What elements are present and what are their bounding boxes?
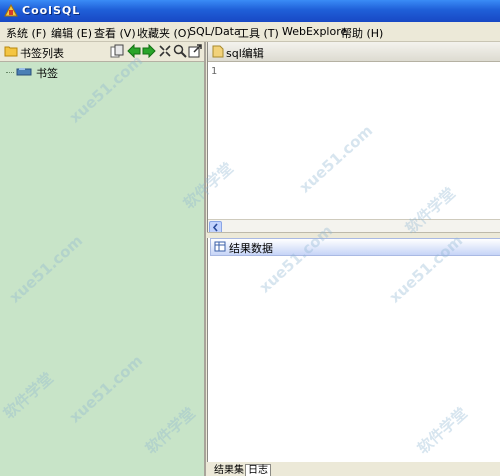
result-panel-title: 结果数据 bbox=[229, 242, 273, 255]
bottom-tab-bar: 结果集 日志 bbox=[207, 462, 500, 476]
arrow-left-icon[interactable] bbox=[127, 44, 141, 58]
sql-editor-header: sql编辑 bbox=[208, 42, 500, 62]
tab-log[interactable]: 日志 bbox=[245, 464, 271, 476]
menu-view[interactable]: 查看 (V) bbox=[94, 25, 136, 41]
menu-system[interactable]: 系统 (F) bbox=[6, 25, 46, 41]
bookmark-panel-header: 书签列表 bbox=[0, 42, 204, 62]
menu-sql-data[interactable]: SQL/Data bbox=[189, 25, 241, 38]
bookmark-panel: 书签列表 书签 bbox=[0, 42, 206, 476]
line-number: 1 bbox=[211, 66, 218, 77]
bookmark-panel-title: 书签列表 bbox=[20, 47, 64, 60]
table-icon bbox=[214, 241, 226, 252]
bookmark-icon bbox=[16, 68, 32, 76]
result-panel-header: 结果数据 bbox=[210, 238, 500, 256]
folder-icon bbox=[4, 46, 18, 57]
external-link-icon[interactable] bbox=[188, 44, 202, 58]
app-icon bbox=[4, 4, 18, 17]
menu-bar: 系统 (F) 编辑 (E) 查看 (V) 收藏夹 (O) SQL/Data 工具… bbox=[0, 22, 500, 42]
menu-favorites[interactable]: 收藏夹 (O) bbox=[137, 25, 191, 41]
tree-line bbox=[6, 72, 14, 73]
arrow-right-icon[interactable] bbox=[142, 44, 156, 58]
tree-item-label: 书签 bbox=[36, 67, 58, 80]
document-icon bbox=[212, 45, 224, 58]
collapse-icon[interactable] bbox=[158, 44, 172, 58]
window-title: CoolSQL bbox=[22, 4, 81, 17]
menu-edit[interactable]: 编辑 (E) bbox=[51, 25, 92, 41]
sql-editor-panel[interactable]: sql编辑 1 bbox=[207, 42, 500, 234]
menu-tools[interactable]: 工具 (T) bbox=[238, 25, 279, 41]
menu-webexplore[interactable]: WebExplore bbox=[282, 25, 347, 38]
tab-result-set[interactable]: 结果集 bbox=[212, 465, 246, 476]
title-bar: CoolSQL bbox=[0, 0, 500, 22]
copy-icon[interactable] bbox=[110, 44, 124, 58]
sql-editor-title: sql编辑 bbox=[226, 47, 264, 60]
menu-help[interactable]: 帮助 (H) bbox=[341, 25, 383, 41]
search-icon[interactable] bbox=[173, 44, 187, 58]
horizontal-scrollbar[interactable] bbox=[208, 219, 500, 234]
result-panel: 结果数据 bbox=[207, 238, 500, 462]
